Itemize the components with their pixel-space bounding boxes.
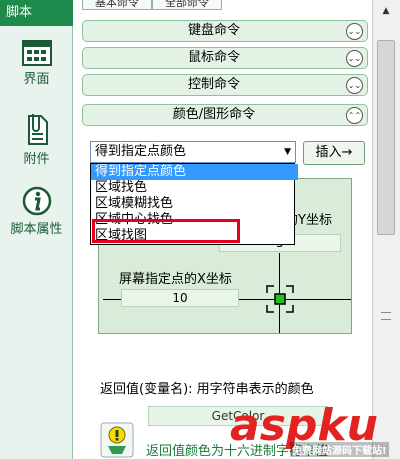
crosshair-line-left <box>103 299 121 300</box>
section-label: 控制命令 <box>187 77 240 92</box>
section-label: 鼠标命令 <box>187 50 240 65</box>
dropdown-option-area-find-color[interactable]: 区域找色 <box>91 180 298 196</box>
thumb-grip-icon <box>381 312 391 320</box>
annotation-highlight-box <box>92 219 240 243</box>
watermark-subtitle: 免费网站源码下载站! <box>290 442 389 457</box>
x-coordinate-input[interactable]: 10 <box>121 289 239 307</box>
sidebar-item-label: 附件 <box>23 152 50 167</box>
sidebar-item-script-properties[interactable]: 脚本属性 <box>0 186 73 237</box>
sidebar-item-label: 界面 <box>23 72 50 87</box>
scrollbar-thumb[interactable] <box>377 40 395 235</box>
section-label: 颜色/图形命令 <box>172 107 256 122</box>
command-select[interactable]: 得到指定点颜色 ▼ <box>90 141 296 163</box>
watermark-logo: aspku 免费网站源码下载站! <box>230 400 389 457</box>
tab-basic-commands[interactable]: 基本命令 <box>82 0 152 10</box>
scroll-up-icon[interactable]: ▲ <box>378 4 394 18</box>
section-color-graphics-commands[interactable]: 颜色/图形命令 ⌃⌃ <box>82 104 368 126</box>
x-coordinate-label: 屏幕指定点的X坐标 <box>119 272 232 287</box>
expand-chevron-icon[interactable]: ⌄⌄ <box>346 23 363 40</box>
collapse-chevron-icon[interactable]: ⌃⌃ <box>346 107 363 124</box>
vertical-scrollbar[interactable]: ▲ <box>372 0 400 459</box>
grid-icon <box>21 40 52 66</box>
section-label: 键盘命令 <box>187 23 240 38</box>
dropdown-option-get-point-color[interactable]: 得到指定点颜色 <box>91 164 298 180</box>
expand-chevron-icon[interactable]: ⌄⌄ <box>346 77 363 94</box>
sidebar-title: 脚本 <box>0 0 73 26</box>
section-control-commands[interactable]: 控制命令 ⌄⌄ <box>82 74 368 96</box>
section-mouse-commands[interactable]: 鼠标命令 ⌄⌄ <box>82 47 368 69</box>
crosshair-line-right <box>239 299 351 300</box>
sidebar-item-interface[interactable]: 界面 <box>0 40 73 87</box>
info-icon <box>22 186 51 216</box>
sidebar-item-attachment[interactable]: 附件 <box>0 112 73 167</box>
paperclip-document-icon <box>27 114 48 145</box>
expand-chevron-icon[interactable]: ⌄⌄ <box>346 50 363 67</box>
sidebar: 脚本 界面 附件 脚本属性 <box>0 0 73 459</box>
crosshair-target-icon <box>266 285 294 313</box>
insert-button[interactable]: 插入→ <box>303 141 365 165</box>
tab-all-commands[interactable]: 全部命令 <box>152 0 222 10</box>
section-keyboard-commands[interactable]: 键盘命令 ⌄⌄ <box>82 20 368 42</box>
dropdown-arrow-icon[interactable]: ▼ <box>284 142 291 162</box>
command-select-value: 得到指定点颜色 <box>95 144 187 159</box>
return-value-label: 返回值(变量名): 用字符串表示的颜色 <box>100 382 314 397</box>
warning-lightbulb-icon <box>100 422 134 458</box>
dropdown-option-area-fuzzy-find-color[interactable]: 区域模糊找色 <box>91 196 298 212</box>
sidebar-item-label: 脚本属性 <box>10 222 63 237</box>
